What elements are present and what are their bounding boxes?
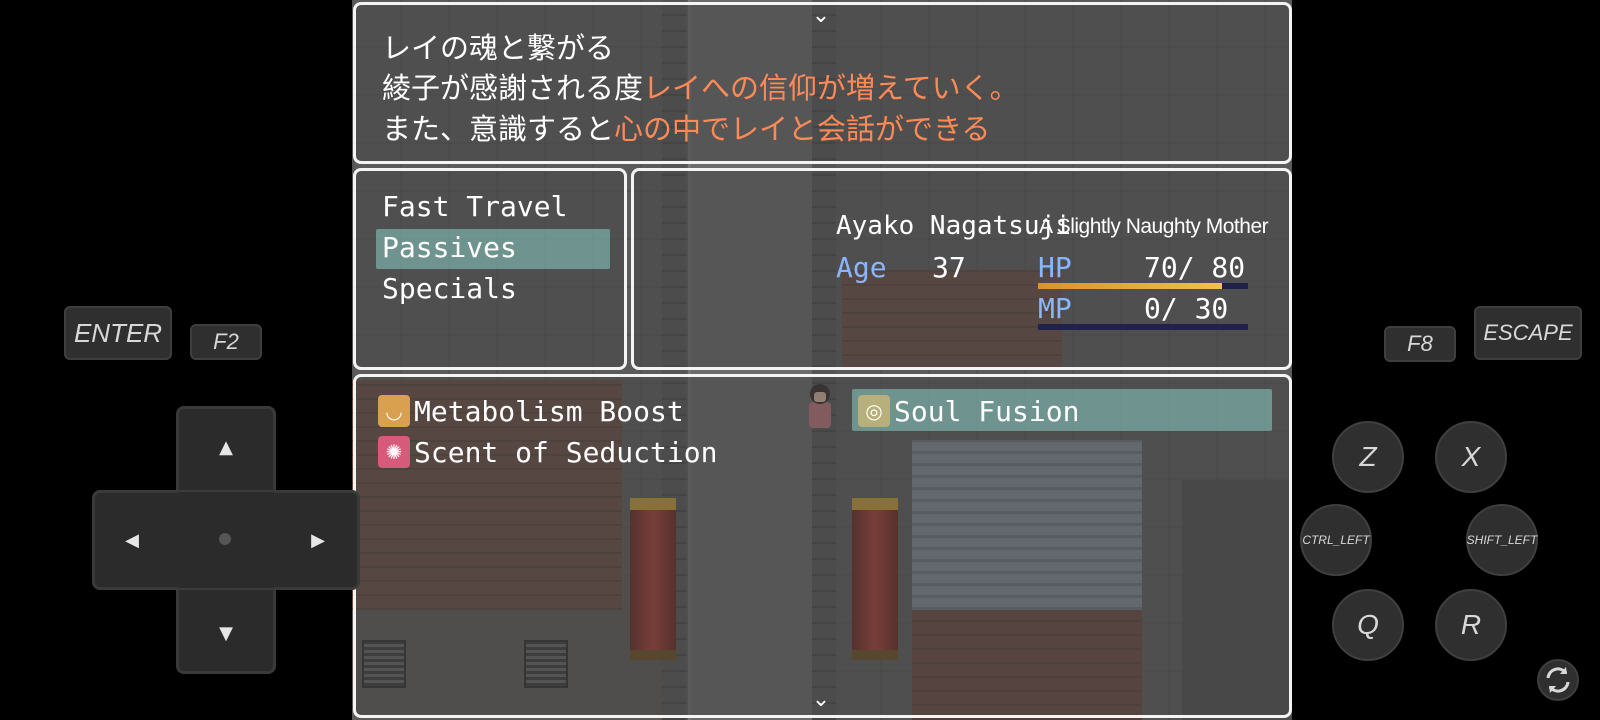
help-text: 綾子が感謝される度 bbox=[382, 71, 644, 105]
mp-label: MP bbox=[1038, 292, 1072, 325]
status-window: Ayako Nagatsuji A Slightly Naughty Mothe… bbox=[631, 168, 1292, 370]
help-line-3: また、意識すると心の中でレイと会話ができる bbox=[382, 106, 990, 148]
x-button[interactable]: X bbox=[1435, 421, 1507, 493]
scroll-down-arrow-icon[interactable]: ⌄ bbox=[804, 688, 838, 712]
skill-name: Soul Fusion bbox=[894, 394, 1080, 428]
dpad-center-dot-icon bbox=[219, 533, 231, 545]
dpad-down-icon[interactable]: ▼ bbox=[211, 618, 241, 648]
menu-item-passives[interactable]: Passives bbox=[382, 228, 517, 268]
help-line-1: レイの魂と繋がる bbox=[382, 31, 615, 65]
help-line-2: 綾子が感謝される度レイへの信仰が増えていく。 bbox=[382, 65, 1019, 107]
dpad-up-icon[interactable]: ▲ bbox=[211, 432, 241, 462]
skill-name: Scent of Seduction bbox=[414, 435, 718, 469]
help-text: また、意識すると bbox=[382, 112, 615, 146]
menu-item-specials[interactable]: Specials bbox=[382, 269, 517, 309]
actor-name: Ayako Nagatsuji bbox=[836, 211, 1071, 241]
screen: レイの魂と繋がる 綾子が感謝される度レイへの信仰が増えていく。 また、意識すると… bbox=[0, 0, 1600, 720]
ctrl-left-button[interactable]: CTRL_LEFT bbox=[1300, 504, 1372, 576]
hp-value: 70/ 80 bbox=[1144, 251, 1246, 284]
skill-metabolism-boost[interactable]: ◡ Metabolism Boost bbox=[378, 391, 684, 431]
menu-item-fast-travel[interactable]: Fast Travel bbox=[382, 187, 567, 227]
f8-key[interactable]: F8 bbox=[1384, 326, 1456, 362]
dpad-right-icon[interactable]: ▶ bbox=[303, 525, 333, 555]
scroll-up-arrow-icon[interactable]: ⌄ bbox=[804, 4, 838, 28]
help-highlight: 心の中でレイと会話ができる bbox=[614, 112, 991, 146]
age-label: Age bbox=[836, 251, 887, 284]
dpad-left-icon[interactable]: ◀ bbox=[117, 525, 147, 555]
age-value: 37 bbox=[932, 251, 966, 284]
escape-key[interactable]: ESCAPE bbox=[1474, 306, 1582, 360]
r-button[interactable]: R bbox=[1435, 589, 1507, 661]
skill-type-menu: Fast Travel Passives Specials bbox=[353, 168, 627, 370]
actor-title: A Slightly Naughty Mother bbox=[1039, 215, 1269, 238]
z-button[interactable]: Z bbox=[1332, 421, 1404, 493]
skill-scent-of-seduction[interactable]: ✺ Scent of Seduction bbox=[378, 432, 717, 472]
metabolism-icon: ◡ bbox=[378, 395, 410, 427]
rotate-screen-icon[interactable] bbox=[1536, 658, 1580, 702]
f2-key[interactable]: F2 bbox=[190, 324, 262, 360]
soul-icon: ◎ bbox=[858, 395, 890, 427]
seduction-icon: ✺ bbox=[378, 436, 410, 468]
skill-name: Metabolism Boost bbox=[414, 394, 684, 428]
enter-key[interactable]: ENTER bbox=[64, 306, 172, 360]
help-highlight: レイへの信仰が増えていく。 bbox=[643, 71, 1019, 105]
q-button[interactable]: Q bbox=[1332, 589, 1404, 661]
mp-value: 0/ 30 bbox=[1144, 292, 1229, 325]
hp-label: HP bbox=[1038, 251, 1072, 284]
skill-soul-fusion[interactable]: ◎ Soul Fusion bbox=[858, 391, 1079, 431]
skill-list-window: ◡ Metabolism Boost ✺ Scent of Seduction … bbox=[353, 374, 1292, 718]
shift-left-button[interactable]: SHIFT_LEFT bbox=[1466, 504, 1538, 576]
